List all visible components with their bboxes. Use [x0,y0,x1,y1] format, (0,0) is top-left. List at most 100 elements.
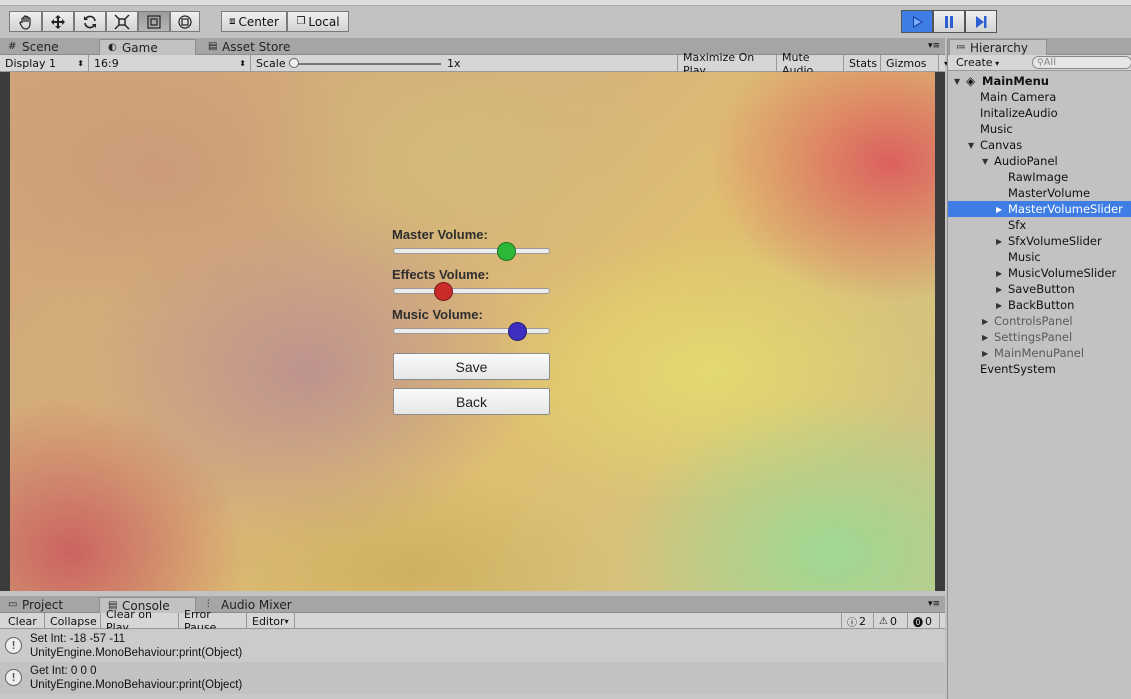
effects-volume-handle[interactable] [434,282,454,301]
collapsed-triangle-icon[interactable]: ▶ [996,301,1002,310]
music-volume-slider[interactable] [393,322,550,341]
scale-slider-track[interactable] [293,63,441,65]
error-pause-toggle[interactable]: Error Pause [179,608,247,634]
scene-root-row[interactable]: ▼ ◈ MainMenu [948,73,1131,89]
pivot-local-toggle[interactable]: ❒ Local [287,11,349,32]
pivot-icon: ⧈ [229,16,236,27]
hierarchy-item-label: RawImage [1008,170,1069,184]
gizmos-dropdown[interactable]: Gizmos ▾ [881,55,948,72]
display-dropdown[interactable]: Display 1 ⬍ [0,55,89,72]
updown-icon: ⬍ [77,59,84,68]
tab-hierarchy[interactable]: ≔ Hierarchy [949,39,1047,55]
pivot-center-toggle[interactable]: ⧈ Center [221,11,287,32]
hierarchy-item[interactable]: Main Camera [948,89,1131,105]
mute-audio-toggle[interactable]: Mute Audio [777,51,844,77]
hierarchy-item-label: SaveButton [1008,282,1075,296]
rect-tool-button[interactable] [138,11,170,32]
chevron-down-icon: ▾ [992,59,1000,68]
pivot-label: Center [238,14,279,29]
collapse-toggle[interactable]: Collapse [45,613,101,629]
hierarchy-item-label: BackButton [1008,298,1075,312]
gizmos-label: Gizmos [886,57,927,70]
expanded-triangle-icon[interactable]: ▼ [968,141,974,150]
clear-button[interactable]: Clear [3,613,45,629]
hierarchy-item[interactable]: ▼ AudioPanel [948,153,1131,169]
hierarchy-item-label: SettingsPanel [994,330,1073,344]
collapsed-triangle-icon[interactable]: ▶ [982,349,988,358]
collapsed-triangle-icon[interactable]: ▶ [996,237,1002,246]
transform-tool-button[interactable] [170,11,200,32]
collapsed-triangle-icon[interactable]: ▶ [982,333,988,342]
warning-count-toggle[interactable]: ⚠ 0 [874,613,908,629]
tab-game[interactable]: ◐ Game [99,39,196,55]
scale-slider-thumb[interactable] [289,58,299,68]
rotate-tool-button[interactable] [74,11,106,32]
hierarchy-item-label: AudioPanel [994,154,1058,168]
hierarchy-item[interactable]: ▶ SaveButton [948,281,1131,297]
panel-menu-icon[interactable]: ▾≡ [928,599,940,609]
editor-label: Editor [252,614,285,628]
pause-button[interactable] [933,10,965,33]
tab-scene[interactable]: # Scene [0,39,96,55]
hierarchy-item-label: Music [980,122,1013,136]
collapsed-triangle-icon[interactable]: ▶ [996,269,1002,278]
move-icon [51,14,65,29]
hierarchy-item[interactable]: ▶ MusicVolumeSlider [948,265,1131,281]
hierarchy-item[interactable]: RawImage [948,169,1131,185]
collapsed-triangle-icon[interactable]: ▶ [982,317,988,326]
hierarchy-item[interactable]: Music [948,249,1131,265]
scale-tool-button[interactable] [106,11,138,32]
step-button[interactable] [965,10,997,33]
master-volume-slider[interactable] [393,242,550,261]
hierarchy-item[interactable]: EventSystem [948,361,1131,377]
hierarchy-item[interactable]: ▶ SettingsPanel [948,329,1131,345]
game-view-border-right [935,72,945,591]
save-button[interactable]: Save [393,353,550,380]
move-tool-button[interactable] [42,11,74,32]
tab-asset-store[interactable]: ▤ Asset Store [200,39,310,55]
info-icon: ⓘ [847,617,857,629]
editor-dropdown[interactable]: Editor ▾ [247,613,295,629]
hierarchy-item[interactable]: ▶ ControlsPanel [948,313,1131,329]
log-count-toggle[interactable]: ⓘ 2 [841,613,874,629]
hierarchy-item-label: MainMenuPanel [994,346,1085,360]
hierarchy-item[interactable]: MasterVolume [948,185,1131,201]
tab-project[interactable]: ▭ Project [0,597,96,613]
hand-icon [18,14,31,30]
console-toolbar: Clear Collapse Clear on Play Error Pause… [0,608,945,634]
play-button[interactable] [901,10,933,33]
hand-tool-button[interactable] [9,11,42,32]
log-entry[interactable]: ! Get Int: 0 0 0 UnityEngine.MonoBehavio… [0,662,945,694]
collapsed-triangle-icon[interactable]: ▶ [996,205,1002,214]
hierarchy-item[interactable]: ▼ Canvas [948,137,1131,153]
space-label: Local [308,14,340,29]
hierarchy-item[interactable]: ▶ MasterVolumeSlider [948,201,1131,217]
create-dropdown[interactable]: Create ▾ [956,56,999,69]
tab-project-label: Project [22,598,64,612]
expanded-triangle-icon[interactable]: ▼ [982,157,988,166]
hierarchy-item[interactable]: Music [948,121,1131,137]
hierarchy-item-label: Sfx [1008,218,1027,232]
hierarchy-item[interactable]: ▶ BackButton [948,297,1131,313]
music-volume-handle[interactable] [507,322,527,341]
hierarchy-item[interactable]: ▶ MainMenuPanel [948,345,1131,361]
collapsed-triangle-icon[interactable]: ▶ [996,285,1002,294]
master-volume-handle[interactable] [496,242,516,261]
stats-toggle[interactable]: Stats [844,55,881,72]
clear-on-play-toggle[interactable]: Clear on Play [101,608,179,634]
game-viewport[interactable]: Master Volume: Effects Volume: Music Vol… [10,72,935,591]
hierarchy-item[interactable]: InitalizeAudio [948,105,1131,121]
panel-menu-icon[interactable]: ▾≡ [928,41,940,51]
back-button[interactable]: Back [393,388,550,415]
aspect-dropdown[interactable]: 16:9 ⬍ [89,55,251,72]
scene-name: MainMenu [982,74,1049,88]
hierarchy-search-input[interactable]: ⚲ All [1032,56,1131,69]
error-count-toggle[interactable]: ⓿0 [908,613,940,629]
transform-icon [178,14,192,29]
hierarchy-item[interactable]: Sfx [948,217,1131,233]
effects-volume-slider[interactable] [393,282,550,301]
hierarchy-item[interactable]: ▶ SfxVolumeSlider [948,233,1131,249]
warning-count: 0 [889,614,897,628]
log-entry[interactable]: ! Set Int: -18 -57 -11 UnityEngine.MonoB… [0,630,945,662]
maximize-on-play-toggle[interactable]: Maximize On Play [677,51,777,77]
